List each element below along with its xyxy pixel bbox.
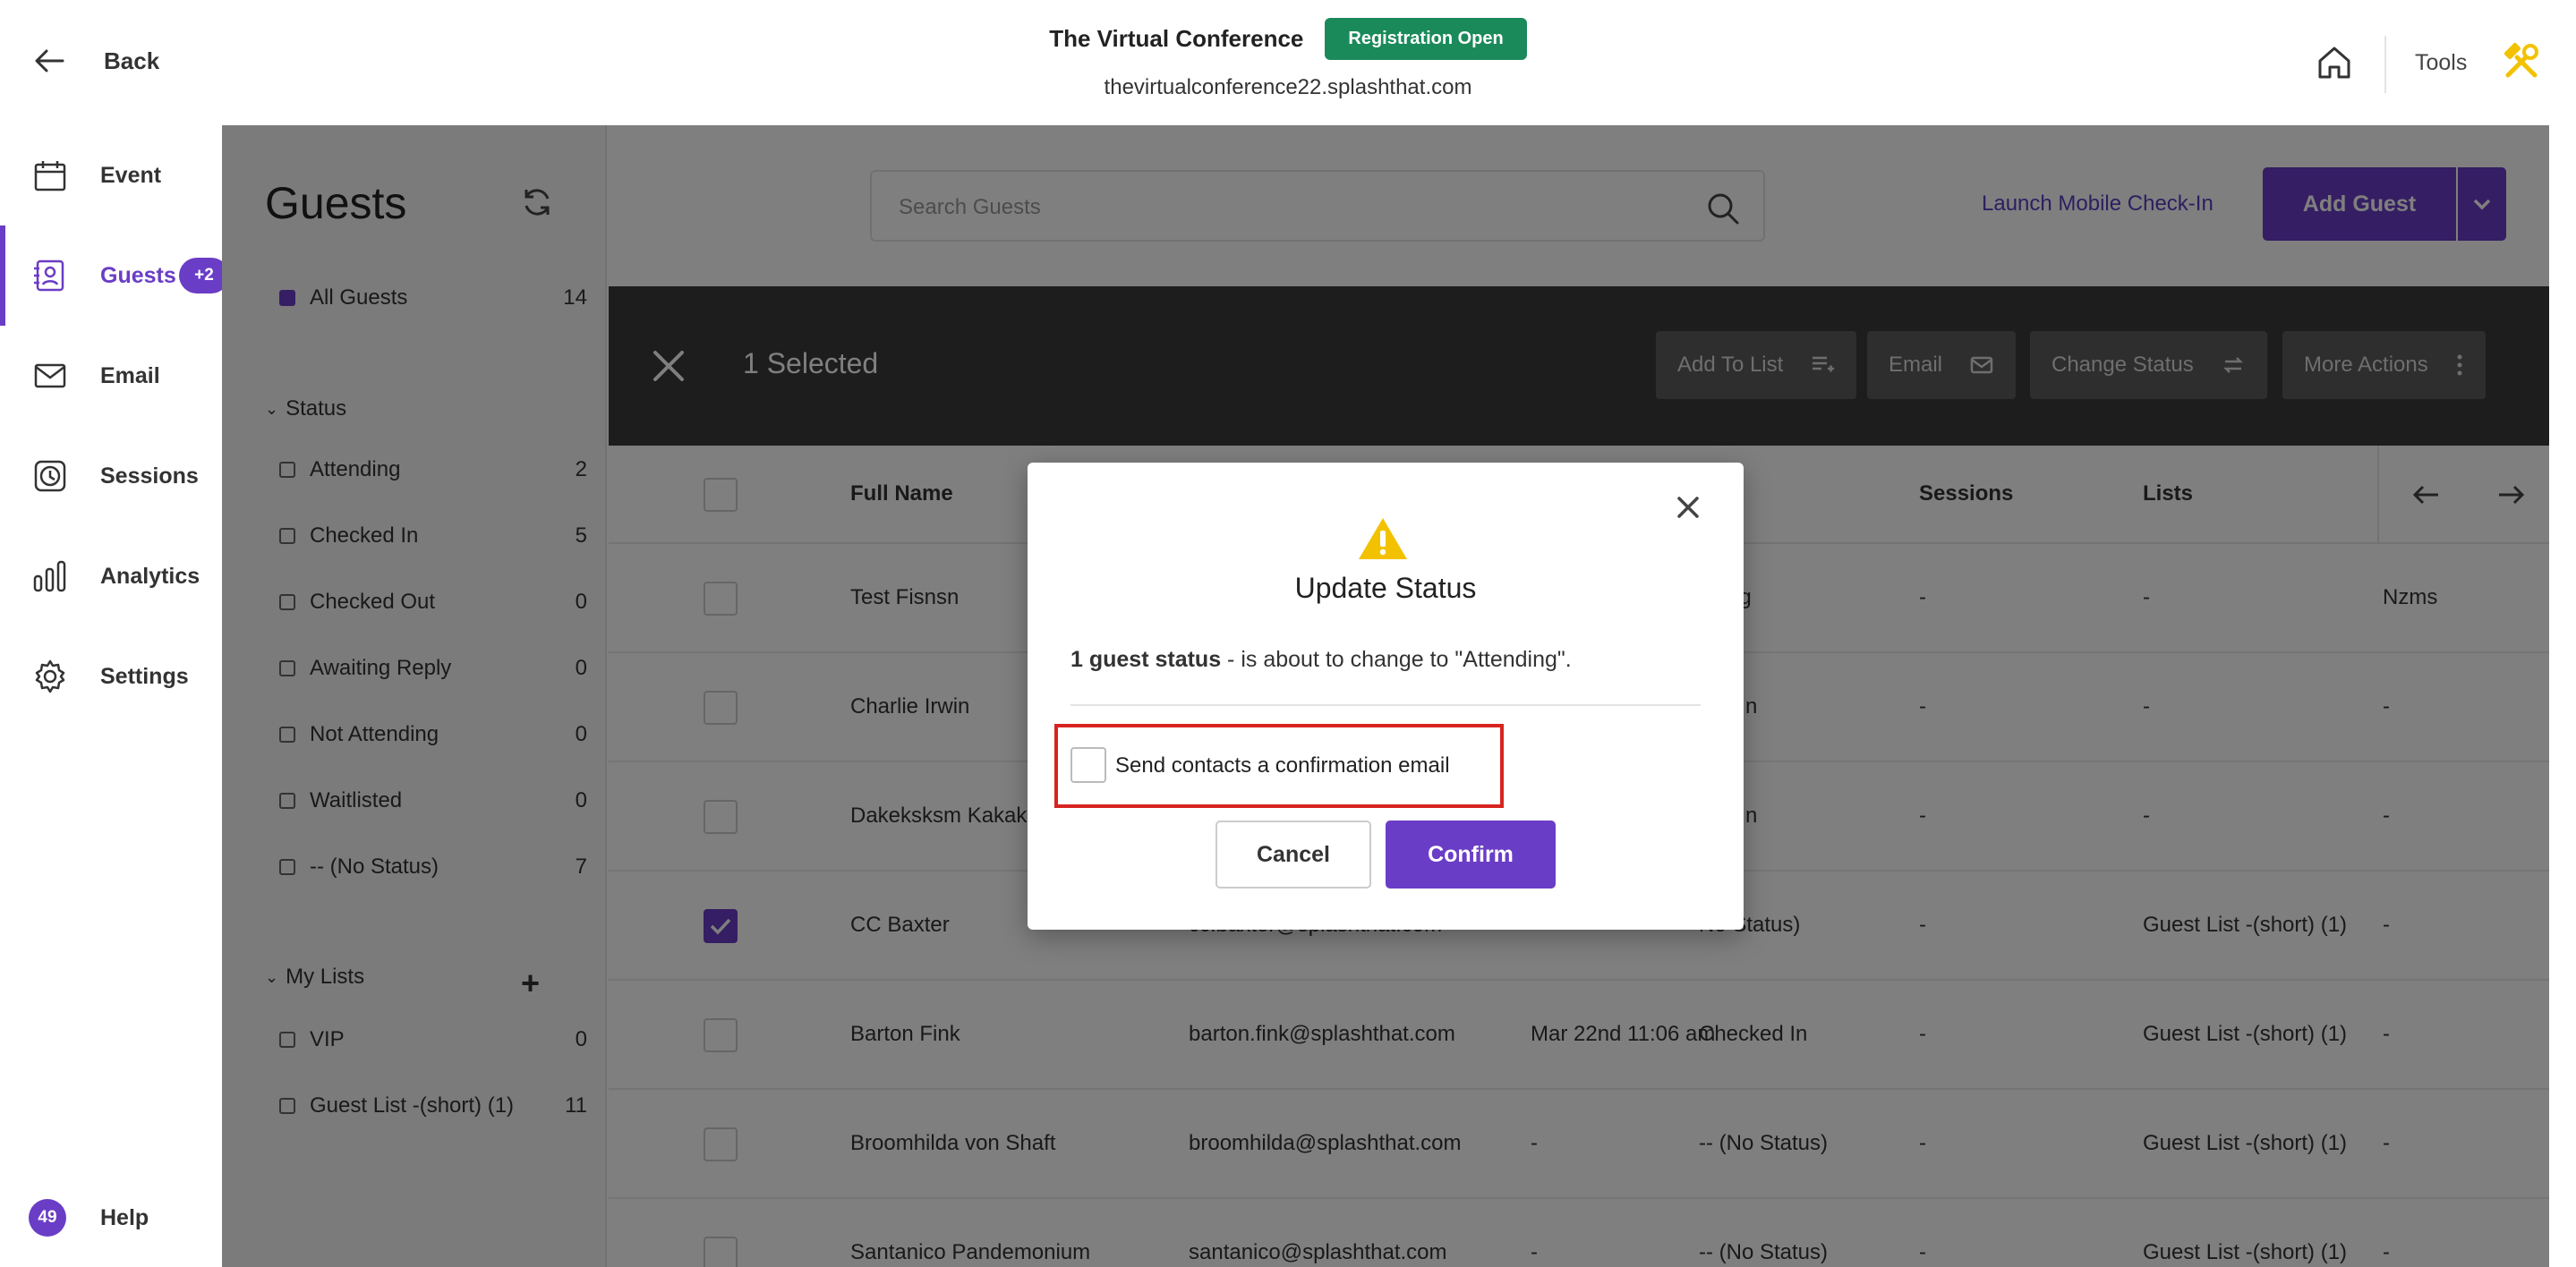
- nav-label: Settings: [100, 663, 189, 689]
- confirmation-email-checkbox[interactable]: [1070, 747, 1106, 783]
- modal-divider: [1070, 704, 1701, 706]
- home-icon[interactable]: [2315, 43, 2354, 82]
- nav-item-event[interactable]: Event: [0, 125, 222, 225]
- confirm-button[interactable]: Confirm: [1386, 821, 1556, 889]
- nav-label: Email: [100, 362, 160, 388]
- modal-title: Update Status: [1294, 572, 1477, 604]
- tools-hammer-icon[interactable]: [2501, 41, 2542, 82]
- top-bar: Back The Virtual Conference Registration…: [0, 0, 2576, 125]
- clock-icon: [34, 460, 66, 492]
- modal-message: 1 guest status - is about to change to "…: [1070, 647, 1572, 673]
- left-nav: Event Guests +2 Email Sessions Analytics…: [0, 125, 229, 1267]
- help-label: Help: [100, 1204, 149, 1230]
- bar-chart-icon: [33, 560, 66, 592]
- nav-item-guests[interactable]: Guests +2: [0, 225, 229, 326]
- registration-status-badge[interactable]: Registration Open: [1325, 18, 1527, 60]
- nav-item-sessions[interactable]: Sessions: [0, 426, 222, 526]
- help-count-badge: 49: [29, 1199, 66, 1237]
- confirmation-email-label[interactable]: Send contacts a confirmation email: [1115, 753, 1450, 778]
- nav-label: Analytics: [100, 563, 200, 589]
- tools-button[interactable]: Tools: [2415, 50, 2467, 76]
- guest-card-icon: [34, 259, 64, 292]
- event-url[interactable]: thevirtualconference22.splashthat.com: [0, 75, 2576, 100]
- gear-icon: [35, 659, 65, 693]
- header-divider: [2384, 36, 2386, 93]
- nav-label: Guests: [100, 262, 176, 288]
- nav-item-settings[interactable]: Settings: [0, 626, 222, 727]
- update-status-modal: Update Status 1 guest status - is about …: [1028, 463, 1744, 930]
- nav-item-analytics[interactable]: Analytics: [0, 526, 222, 626]
- message-bold: 1 guest status: [1070, 647, 1222, 672]
- close-icon[interactable]: [1674, 493, 1702, 522]
- nav-label: Event: [100, 162, 162, 188]
- envelope-icon: [34, 363, 66, 388]
- nav-label: Sessions: [100, 463, 199, 489]
- cancel-button[interactable]: Cancel: [1215, 821, 1371, 889]
- warning-icon: [1359, 518, 1407, 559]
- nav-item-email[interactable]: Email: [0, 326, 222, 426]
- event-title-row: The Virtual Conference Registration Open: [0, 18, 2576, 60]
- message-rest: - is about to change to "Attending".: [1221, 647, 1572, 672]
- calendar-icon: [34, 161, 66, 191]
- event-name[interactable]: The Virtual Conference: [1049, 25, 1303, 53]
- help-button[interactable]: 49 Help: [29, 1199, 149, 1237]
